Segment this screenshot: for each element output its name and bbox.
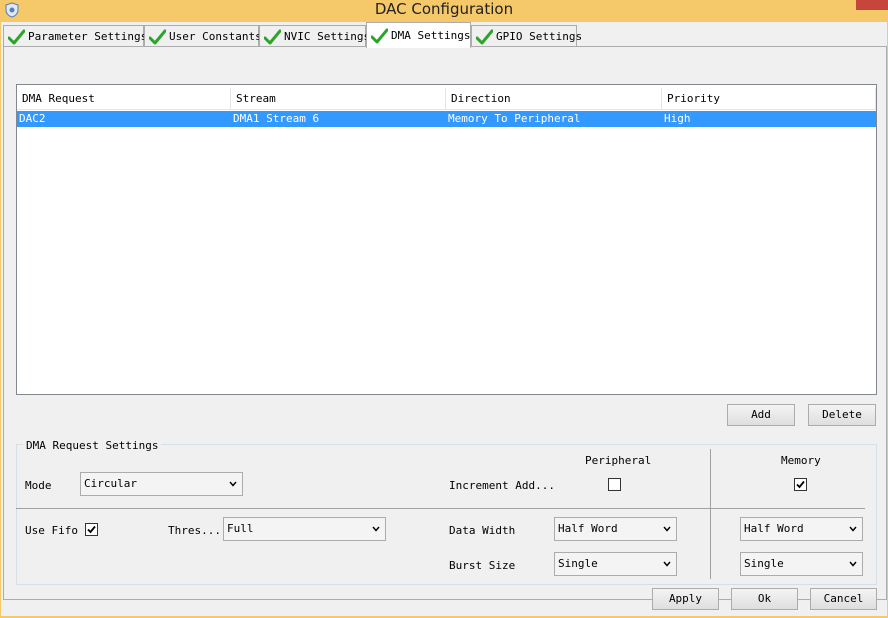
checkmark-icon xyxy=(796,480,805,489)
increment-address-label: Increment Add... xyxy=(449,479,555,492)
settings-divider xyxy=(16,508,865,509)
tab-label: Parameter Settings xyxy=(28,30,148,43)
check-icon xyxy=(264,29,281,44)
dialog-client-area: Parameter Settings User Constants NVIC S… xyxy=(1,22,887,616)
tab-label: NVIC Settings xyxy=(284,30,371,43)
dma-settings-panel: DMA Request Stream Direction Priority DA… xyxy=(3,46,887,600)
mode-value: Circular xyxy=(84,477,137,490)
tab-dma-settings[interactable]: DMA Settings xyxy=(366,22,471,48)
peripheral-data-width-value: Half Word xyxy=(558,522,618,535)
table-row[interactable]: DAC2 DMA1 Stream 6 Memory To Peripheral … xyxy=(17,111,876,127)
memory-burst-size-select[interactable]: Single xyxy=(740,552,863,576)
tab-gpio-settings[interactable]: GPIO Settings xyxy=(471,25,582,47)
data-width-label: Data Width xyxy=(449,524,516,537)
title-bar: DAC Configuration xyxy=(0,0,888,22)
column-header-priority[interactable]: Priority xyxy=(662,88,876,110)
mode-select[interactable]: Circular xyxy=(80,472,243,496)
memory-column-divider xyxy=(710,449,711,579)
check-icon xyxy=(149,29,166,44)
tab-label: GPIO Settings xyxy=(496,30,583,43)
dma-request-table: DMA Request Stream Direction Priority DA… xyxy=(16,84,877,395)
group-title: DMA Request Settings xyxy=(23,439,162,452)
tab-label: User Constants xyxy=(169,30,262,43)
chevron-down-icon xyxy=(849,526,857,532)
peripheral-burst-size-select[interactable]: Single xyxy=(554,552,677,576)
window-title: DAC Configuration xyxy=(374,0,514,18)
peripheral-header: Peripheral xyxy=(585,454,652,467)
check-icon xyxy=(476,29,493,44)
apply-button[interactable]: Apply xyxy=(652,588,719,610)
chevron-down-icon xyxy=(663,526,671,532)
use-fifo-checkbox[interactable] xyxy=(85,523,98,536)
memory-data-width-value: Half Word xyxy=(744,522,804,535)
cell-dma-request: DAC2 xyxy=(19,112,46,125)
cell-direction: Memory To Peripheral xyxy=(448,112,581,125)
memory-data-width-select[interactable]: Half Word xyxy=(740,517,863,541)
use-fifo-label: Use Fifo xyxy=(25,524,78,537)
burst-size-label: Burst Size xyxy=(449,559,516,572)
check-icon xyxy=(8,29,25,44)
memory-header: Memory xyxy=(781,454,821,467)
tab-parameter-settings[interactable]: Parameter Settings xyxy=(3,25,148,47)
cell-priority: High xyxy=(664,112,691,125)
tab-user-constants[interactable]: User Constants xyxy=(144,25,262,47)
peripheral-burst-size-value: Single xyxy=(558,557,598,570)
chevron-down-icon xyxy=(372,526,380,532)
column-header-stream[interactable]: Stream xyxy=(231,88,446,110)
peripheral-increment-checkbox[interactable] xyxy=(608,478,621,491)
tab-nvic-settings[interactable]: NVIC Settings xyxy=(259,25,370,47)
ok-button[interactable]: Ok xyxy=(731,588,798,610)
mode-label: Mode xyxy=(25,479,52,492)
memory-burst-size-value: Single xyxy=(744,557,784,570)
threshold-label: Thres... xyxy=(168,524,221,537)
tab-label: DMA Settings xyxy=(391,29,471,42)
delete-button[interactable]: Delete xyxy=(808,404,876,426)
threshold-select[interactable]: Full xyxy=(223,517,386,541)
column-header-dma-request[interactable]: DMA Request xyxy=(17,88,231,110)
add-button[interactable]: Add xyxy=(727,404,795,426)
threshold-value: Full xyxy=(227,522,254,535)
column-header-direction[interactable]: Direction xyxy=(446,88,662,110)
table-header: DMA Request Stream Direction Priority xyxy=(17,88,876,110)
memory-increment-checkbox[interactable] xyxy=(794,478,807,491)
chevron-down-icon xyxy=(663,561,671,567)
cancel-button[interactable]: Cancel xyxy=(810,588,877,610)
peripheral-data-width-select[interactable]: Half Word xyxy=(554,517,677,541)
close-button[interactable] xyxy=(856,0,888,10)
check-icon xyxy=(371,28,388,43)
chevron-down-icon xyxy=(849,561,857,567)
cell-stream: DMA1 Stream 6 xyxy=(233,112,320,125)
checkmark-icon xyxy=(87,525,96,534)
chevron-down-icon xyxy=(229,481,237,487)
